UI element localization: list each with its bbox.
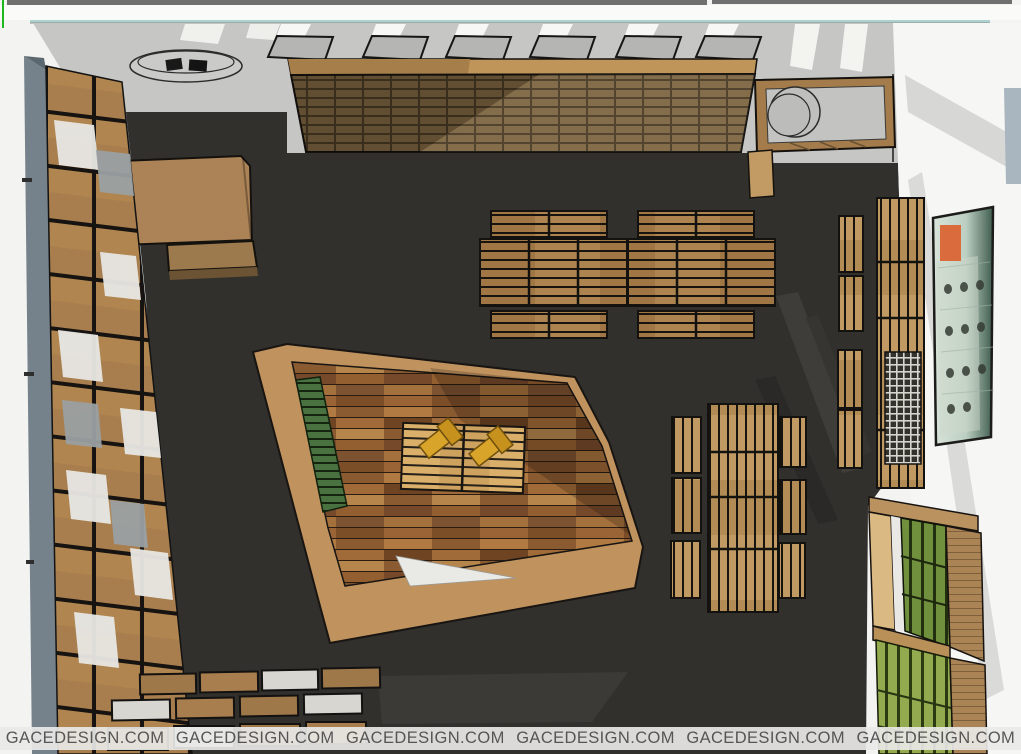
slat-bench bbox=[838, 410, 862, 468]
oval-table-chair bbox=[165, 58, 182, 71]
watermark-text: GACEDESIGN.COM bbox=[6, 727, 165, 750]
slat-bench bbox=[780, 417, 806, 467]
slat-table-group-b bbox=[628, 211, 775, 338]
slat-table-group-a bbox=[480, 211, 627, 338]
watermark-text: GACEDESIGN.COM bbox=[857, 727, 1016, 750]
locker-green-upper bbox=[901, 518, 950, 647]
watermark-text: GACEDESIGN.COM bbox=[176, 727, 335, 750]
top-edge-bars bbox=[0, 0, 1021, 24]
slat-bench bbox=[672, 478, 701, 533]
mesh-display-rack bbox=[885, 352, 921, 464]
slat-table-vertical bbox=[708, 404, 778, 612]
oval-table bbox=[130, 50, 242, 82]
slat-bench bbox=[839, 216, 863, 272]
wall-poster bbox=[933, 207, 994, 445]
slat-table bbox=[480, 239, 627, 306]
counter-stool bbox=[748, 150, 774, 198]
slat-bench bbox=[839, 276, 863, 331]
interior-3d-render bbox=[0, 0, 1021, 754]
watermark-bar: GACEDESIGN.COM GACEDESIGN.COM GACEDESIGN… bbox=[0, 727, 1021, 750]
watermark-text: GACEDESIGN.COM bbox=[516, 727, 675, 750]
wood-slat-feature-wall bbox=[288, 59, 757, 152]
vertical-slat-table-group bbox=[671, 404, 806, 612]
render-viewport: GACEDESIGN.COM GACEDESIGN.COM GACEDESIGN… bbox=[0, 0, 1021, 754]
watermark-text: GACEDESIGN.COM bbox=[686, 727, 845, 750]
slat-table bbox=[628, 239, 775, 306]
oval-table-chair bbox=[189, 59, 208, 71]
watermark-text: GACEDESIGN.COM bbox=[346, 727, 505, 750]
slat-bench bbox=[671, 541, 700, 598]
floor-light-patch bbox=[378, 672, 628, 724]
green-locker-shelving bbox=[869, 497, 987, 754]
slat-bench bbox=[780, 480, 806, 534]
slat-bench bbox=[779, 543, 805, 598]
right-wall-blue-panel bbox=[1004, 88, 1021, 184]
poster-orange-seal bbox=[940, 225, 961, 261]
slat-bench bbox=[838, 350, 862, 408]
slat-bench bbox=[672, 417, 701, 473]
ceiling-edge-line bbox=[30, 20, 990, 23]
